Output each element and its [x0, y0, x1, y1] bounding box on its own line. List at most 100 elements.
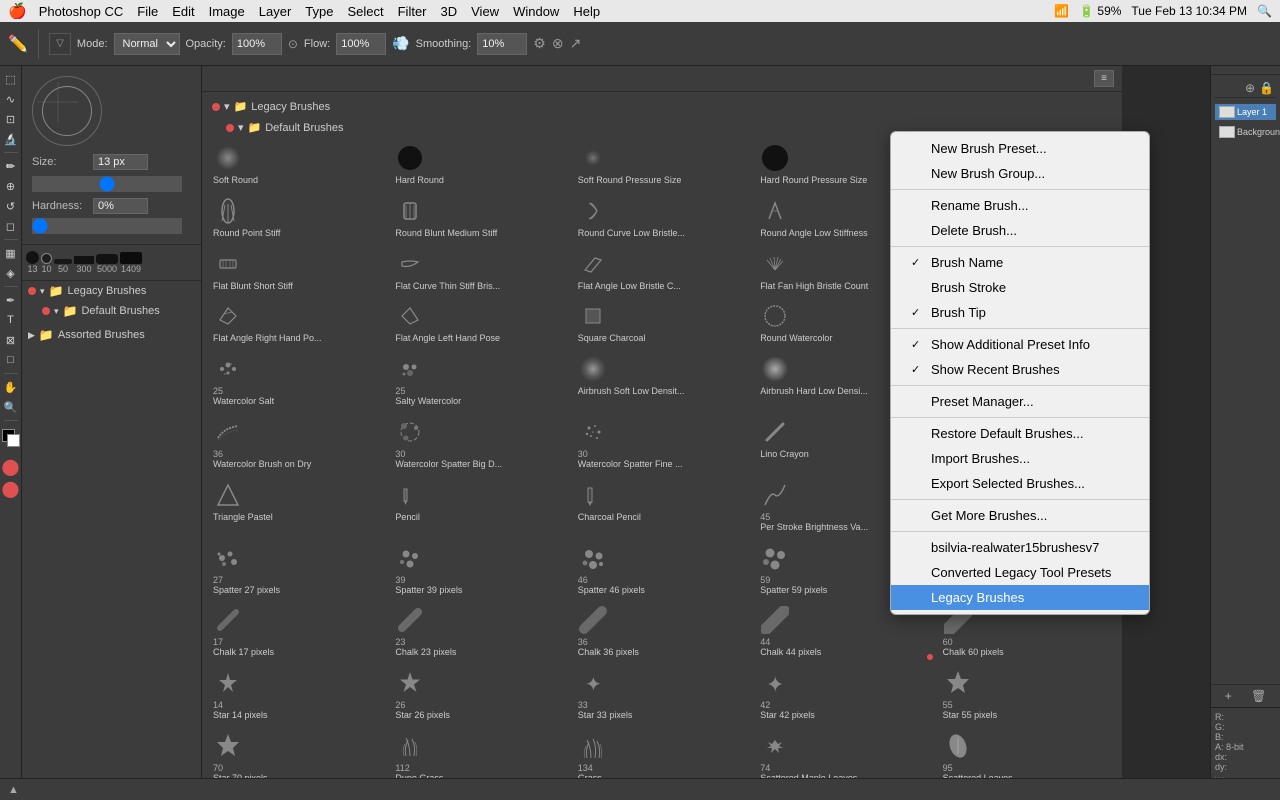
- ctx-rename-brush[interactable]: Rename Brush...: [891, 193, 1149, 218]
- menu-edit[interactable]: Edit: [172, 4, 194, 19]
- new-layer-button[interactable]: +: [1225, 689, 1232, 703]
- preset-chalk36[interactable]: 36 Chalk 36 pixels: [571, 600, 753, 663]
- ctx-legacy[interactable]: Legacy Brushes: [891, 585, 1149, 610]
- lasso-tool[interactable]: ∿: [2, 90, 20, 108]
- preset-pencil[interactable]: Pencil: [388, 475, 570, 538]
- ctx-import-brushes[interactable]: Import Brushes...: [891, 446, 1149, 471]
- hardness-input[interactable]: [93, 198, 148, 214]
- preset-triangle-pastel[interactable]: Triangle Pastel: [206, 475, 388, 538]
- menu-select[interactable]: Select: [347, 4, 383, 19]
- preset-flat-blunt-short[interactable]: Flat Blunt Short Stiff: [206, 244, 388, 297]
- quick-mask-icon[interactable]: ⬤: [2, 457, 20, 477]
- preset-charcoal-pencil[interactable]: Charcoal Pencil: [571, 475, 753, 538]
- preset-flat-angle-right[interactable]: Flat Angle Right Hand Po...: [206, 296, 388, 349]
- preset-hard-round[interactable]: Hard Round: [388, 138, 570, 191]
- airbrush-icon[interactable]: 💨: [392, 35, 409, 52]
- preset-round-curve-low[interactable]: Round Curve Low Bristle...: [571, 191, 753, 244]
- ctx-brush-stroke[interactable]: Brush Stroke: [891, 275, 1149, 300]
- blur-tool[interactable]: ◈: [2, 264, 20, 282]
- preset-round-blunt-medium[interactable]: Round Blunt Medium Stiff: [388, 191, 570, 244]
- menu-type[interactable]: Type: [305, 4, 333, 19]
- ctx-get-more-brushes[interactable]: Get More Brushes...: [891, 503, 1149, 528]
- eraser-tool[interactable]: ◻: [2, 217, 20, 235]
- menu-view[interactable]: View: [471, 4, 499, 19]
- size-input[interactable]: [93, 154, 148, 170]
- zoom-tool[interactable]: 🔍: [2, 398, 20, 416]
- right-icons-group[interactable]: ⊕: [1245, 81, 1255, 95]
- preset-round-point-stiff[interactable]: Round Point Stiff: [206, 191, 388, 244]
- ctx-export-brushes[interactable]: Export Selected Brushes...: [891, 471, 1149, 496]
- hand-tool[interactable]: ✋: [2, 378, 20, 396]
- assorted-brushes-header[interactable]: ▶ 📁 Assorted Brushes: [22, 325, 201, 345]
- size-slider[interactable]: [32, 176, 182, 192]
- preset-airbrush-soft-low[interactable]: Airbrush Soft Low Densit...: [571, 349, 753, 412]
- preset-square-charcoal[interactable]: Square Charcoal: [571, 296, 753, 349]
- path-tool[interactable]: ⊠: [2, 331, 20, 349]
- pressure-opacity-icon[interactable]: ⊙: [288, 37, 298, 51]
- preset-watercolor-spatter-big[interactable]: 30 Watercolor Spatter Big D...: [388, 412, 570, 475]
- history-tool[interactable]: ↺: [2, 197, 20, 215]
- brush-thumb-5[interactable]: 5000: [96, 254, 118, 274]
- legacy-brushes-header[interactable]: ▾ 📁 Legacy Brushes: [22, 281, 201, 301]
- pen-tool[interactable]: ✒: [2, 291, 20, 309]
- angle-icon[interactable]: ↗: [570, 35, 582, 52]
- hardness-slider[interactable]: [32, 218, 182, 234]
- preset-flat-angle-low[interactable]: Flat Angle Low Bristle C...: [571, 244, 753, 297]
- ctx-new-brush-preset[interactable]: New Brush Preset...: [891, 136, 1149, 161]
- preset-star42[interactable]: ✦ 42 Star 42 pixels: [753, 663, 935, 726]
- ctx-new-brush-group[interactable]: New Brush Group...: [891, 161, 1149, 186]
- layer-item-bg[interactable]: Background: [1215, 124, 1276, 140]
- marquee-tool[interactable]: ⬚: [2, 70, 20, 88]
- brush-tool-icon[interactable]: ✏️: [8, 34, 28, 54]
- apple-menu[interactable]: 🍎: [8, 2, 27, 20]
- menu-filter[interactable]: Filter: [398, 4, 427, 19]
- ctx-converted[interactable]: Converted Legacy Tool Presets: [891, 560, 1149, 585]
- settings-icon[interactable]: ⚙: [533, 35, 546, 52]
- preset-star14[interactable]: 14 Star 14 pixels: [206, 663, 388, 726]
- ctx-delete-brush[interactable]: Delete Brush...: [891, 218, 1149, 243]
- ctx-bsilvia[interactable]: bsilvia-realwater15brushesv7: [891, 535, 1149, 560]
- preset-flat-curve-thin[interactable]: Flat Curve Thin Stiff Bris...: [388, 244, 570, 297]
- preset-soft-round[interactable]: Soft Round: [206, 138, 388, 191]
- preset-chalk17[interactable]: 17 Chalk 17 pixels: [206, 600, 388, 663]
- preset-options-button[interactable]: ≡: [1094, 70, 1114, 87]
- menu-window[interactable]: Window: [513, 4, 559, 19]
- menu-photoshop[interactable]: Photoshop CC: [39, 4, 124, 19]
- menu-file[interactable]: File: [137, 4, 158, 19]
- opacity-input[interactable]: [232, 33, 282, 55]
- ctx-restore-default[interactable]: Restore Default Brushes...: [891, 421, 1149, 446]
- right-lock-icon[interactable]: 🔒: [1259, 81, 1274, 95]
- ctx-show-recent[interactable]: Show Recent Brushes: [891, 357, 1149, 382]
- preset-spatter27[interactable]: 27 Spatter 27 pixels: [206, 538, 388, 601]
- layer-item-1[interactable]: Layer 1: [1215, 104, 1276, 120]
- preset-spatter39[interactable]: 39 Spatter 39 pixels: [388, 538, 570, 601]
- menu-3d[interactable]: 3D: [441, 4, 458, 19]
- brush-preset-button[interactable]: ▽: [49, 33, 71, 55]
- menu-image[interactable]: Image: [209, 4, 245, 19]
- preset-flat-angle-left[interactable]: Flat Angle Left Hand Pose: [388, 296, 570, 349]
- brush-thumb-1[interactable]: 13: [26, 251, 39, 274]
- preset-chalk23[interactable]: 23 Chalk 23 pixels: [388, 600, 570, 663]
- gradient-tool[interactable]: ▦: [2, 244, 20, 262]
- search-icon[interactable]: 🔍: [1257, 4, 1272, 18]
- text-tool[interactable]: T: [2, 311, 20, 329]
- preset-salty-watercolor[interactable]: 25 Salty Watercolor: [388, 349, 570, 412]
- ctx-preset-manager[interactable]: Preset Manager...: [891, 389, 1149, 414]
- brush-thumb-4[interactable]: 300: [74, 256, 94, 274]
- preset-legacy-header[interactable]: ▾ 📁 Legacy Brushes: [206, 96, 1118, 117]
- brush-thumb-2[interactable]: 10: [41, 253, 52, 274]
- ctx-brush-name[interactable]: Brush Name: [891, 250, 1149, 275]
- smoothing-input[interactable]: [477, 33, 527, 55]
- ctx-brush-tip[interactable]: Brush Tip: [891, 300, 1149, 325]
- preset-watercolor-spatter-fine[interactable]: 30 Watercolor Spatter Fine ...: [571, 412, 753, 475]
- delete-layer-button[interactable]: 🗑: [1251, 689, 1266, 703]
- crop-tool[interactable]: ⊡: [2, 110, 20, 128]
- brush-thumb-3[interactable]: 50: [54, 259, 72, 274]
- menu-layer[interactable]: Layer: [259, 4, 292, 19]
- brush-tool-left[interactable]: ✏: [2, 157, 20, 175]
- shape-tool[interactable]: □: [2, 351, 20, 369]
- ctx-show-additional[interactable]: Show Additional Preset Info: [891, 332, 1149, 357]
- preset-watercolor-salt[interactable]: 25 Watercolor Salt: [206, 349, 388, 412]
- default-brushes-header[interactable]: ▾ 📁 Default Brushes: [22, 301, 201, 321]
- background-color[interactable]: [7, 434, 20, 447]
